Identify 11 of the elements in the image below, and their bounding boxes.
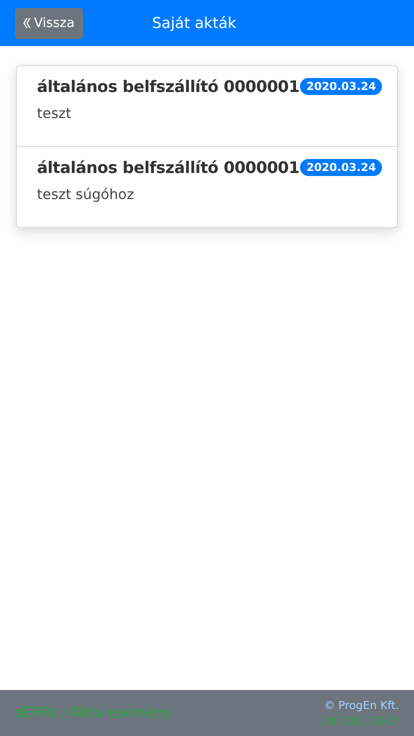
- item-description: teszt súgóhoz: [37, 187, 136, 203]
- double-chevron-left-icon: [23, 17, 31, 29]
- item-title[interactable]: általános belfszállító 0000001: [37, 77, 300, 96]
- breadcrumb: sERPa / Akta esemény: [15, 705, 172, 721]
- date-badge: 2020.03.24: [300, 159, 382, 176]
- item-description: teszt: [37, 106, 72, 122]
- page-title: Saját akták: [152, 14, 236, 32]
- version-text: 3.0.102.17547: [318, 714, 399, 728]
- back-button[interactable]: Vissza: [15, 8, 83, 38]
- item-title[interactable]: általános belfszállító 0000001: [37, 158, 300, 177]
- date-badge: 2020.03.24: [300, 78, 382, 95]
